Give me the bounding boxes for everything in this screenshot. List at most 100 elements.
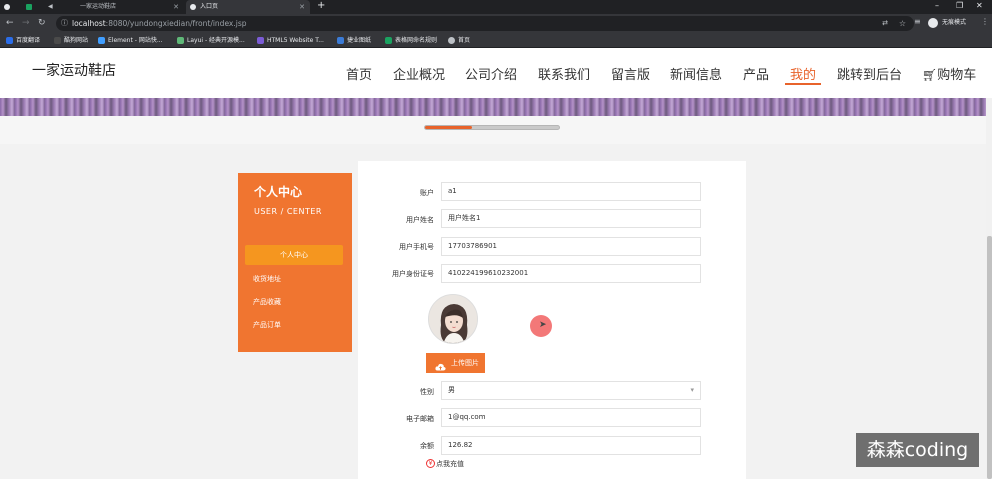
incognito-avatar-icon[interactable]	[928, 18, 938, 28]
browser-tab-pinned-3[interactable]: ◀	[44, 0, 66, 14]
bookmark-item[interactable]: 表格网命名规则	[385, 35, 437, 46]
bookmark-label: 首页	[458, 37, 471, 44]
bookmark-favicon-icon	[98, 37, 105, 44]
email-label: 电子邮箱	[406, 415, 434, 423]
scrollbar-thumb[interactable]	[987, 236, 992, 479]
forward-icon[interactable]: →	[22, 17, 30, 29]
nav-home[interactable]: 首页	[346, 64, 372, 83]
bookmark-favicon-icon	[177, 37, 184, 44]
close-tab-icon[interactable]: ✕	[299, 0, 305, 14]
sidebar-subtitle: USER / CENTER	[254, 207, 322, 216]
nav-company-overview[interactable]: 企业概况	[393, 64, 445, 83]
browser-tab-pinned-1[interactable]	[0, 0, 22, 14]
name-field[interactable]: 用户姓名1	[441, 209, 701, 228]
cloud-upload-icon	[435, 359, 446, 379]
site-header: 一家运动鞋店 首页 企业概况 公司介绍 联系我们 留言版 新闻信息 产品 我的 …	[0, 48, 992, 98]
sidebar-item-address[interactable]: 收货地址	[253, 274, 281, 284]
nav-contact[interactable]: 联系我们	[538, 64, 590, 83]
bookmark-label: Element - 网站快...	[108, 37, 163, 44]
close-window-icon[interactable]: ✕	[976, 0, 983, 12]
nav-cart[interactable]: 🛒︎购物车	[922, 64, 976, 83]
nav-news[interactable]: 新闻信息	[670, 64, 722, 83]
gender-label: 性别	[420, 388, 434, 396]
browser-tab-pinned-2[interactable]	[22, 0, 44, 14]
idcard-label: 用户身份证号	[392, 270, 434, 278]
bookmark-favicon-icon	[337, 37, 344, 44]
bookmark-label: HTML5 Website T...	[267, 37, 324, 44]
bookmark-item[interactable]: HTML5 Website T...	[257, 35, 324, 46]
nav-company-intro[interactable]: 公司介绍	[465, 64, 517, 83]
browser-tab-strip: ◀ 一家运动鞋店 ✕ 入口页 ✕ + – ❐ ✕	[0, 0, 992, 14]
phone-field[interactable]: 17703786901	[441, 237, 701, 256]
bookmark-label: 百度翻译	[16, 37, 41, 44]
sidebar-title: 个人中心	[254, 185, 303, 199]
site-title[interactable]: 一家运动鞋店	[32, 60, 116, 80]
tab-favicon-icon	[26, 4, 32, 10]
tab-favicon-icon	[4, 4, 10, 10]
avatar-portrait-icon	[429, 295, 477, 343]
close-tab-icon[interactable]: ✕	[173, 0, 179, 14]
balance-label: 余额	[420, 442, 434, 450]
menu-icon[interactable]: ⋮	[981, 17, 989, 26]
upload-button-label: 上传图片	[451, 359, 479, 367]
watermark-overlay: 森森coding	[856, 433, 979, 467]
translate-icon[interactable]: ⇄	[882, 16, 888, 31]
avatar	[428, 294, 478, 344]
gender-selected-value: 男	[448, 386, 455, 394]
banner-bottom-band	[0, 116, 992, 144]
upload-image-button[interactable]: 上传图片	[426, 353, 485, 373]
account-label: 账户	[420, 189, 434, 197]
account-field[interactable]: a1	[441, 182, 701, 201]
recharge-label: 点我充值	[436, 460, 464, 468]
star-icon[interactable]: ☆	[899, 16, 906, 31]
balance-field: 126.82	[441, 436, 701, 455]
cursor-arrow-icon: ➤	[539, 320, 547, 330]
bookmark-item[interactable]: 捷业图纸	[337, 35, 371, 46]
tab-title: 入口页	[200, 3, 219, 10]
profile-label[interactable]: 无痕模式	[942, 18, 966, 28]
phone-label: 用户手机号	[399, 243, 434, 251]
bookmark-label: 捷业图纸	[347, 37, 372, 44]
info-icon[interactable]: ⓘ	[61, 16, 68, 31]
browser-tab-entry[interactable]: 入口页 ✕	[186, 0, 310, 14]
bookmark-item[interactable]: Layui - 经典开源模...	[177, 35, 245, 46]
tab-title: 一家运动鞋店	[80, 3, 117, 10]
bookmark-item[interactable]: 首页	[448, 35, 470, 46]
carousel-indicator[interactable]	[424, 125, 560, 130]
url-path: :8080/yundongxiedian/front/index.jsp	[105, 19, 247, 28]
bookmarks-bar: 百度翻译 酷狗网站 Element - 网站快... Layui - 经典开源模…	[0, 33, 992, 48]
bookmark-item[interactable]: 酷狗网站	[54, 35, 88, 46]
minimize-icon[interactable]: –	[935, 0, 939, 12]
speaker-icon: ◀	[48, 3, 53, 10]
mouse-cursor-highlight: ➤	[530, 315, 552, 337]
active-nav-underline	[785, 83, 821, 85]
nav-products[interactable]: 产品	[743, 64, 769, 83]
nav-admin[interactable]: 跳转到后台	[837, 64, 902, 83]
sidebar-item-favorites[interactable]: 产品收藏	[253, 297, 281, 307]
browser-tab-shop[interactable]: 一家运动鞋店 ✕	[66, 0, 184, 14]
carousel-indicator-fill	[425, 126, 472, 129]
bookmark-item[interactable]: Element - 网站快...	[98, 35, 163, 46]
email-field[interactable]: 1@qq.com	[441, 408, 701, 427]
bookmark-favicon-icon	[6, 37, 13, 44]
nav-mine[interactable]: 我的	[790, 64, 816, 83]
reading-list-icon[interactable]: ≡	[914, 17, 921, 26]
sidebar-item-orders[interactable]: 产品订单	[253, 320, 281, 330]
url-host: localhost	[72, 19, 106, 28]
banner-image	[0, 98, 992, 116]
browser-toolbar: ← → ↻ ⓘ localhost:8080/yundongxiedian/fr…	[0, 14, 992, 33]
reload-icon[interactable]: ↻	[38, 17, 46, 29]
yen-icon: ¥	[426, 459, 435, 468]
sidebar-item-user-center[interactable]: 个人中心	[245, 245, 343, 265]
gender-select[interactable]: 男 ▾	[441, 381, 701, 400]
restore-icon[interactable]: ❐	[956, 0, 963, 12]
back-icon[interactable]: ←	[6, 17, 14, 29]
idcard-field[interactable]: 410224199610232001	[441, 264, 701, 283]
address-bar[interactable]: ⓘ localhost:8080/yundongxiedian/front/in…	[56, 16, 914, 31]
globe-icon	[190, 4, 196, 10]
nav-guestbook[interactable]: 留言版	[611, 64, 650, 83]
bookmark-item[interactable]: 百度翻译	[6, 35, 40, 46]
cart-icon: 🛒︎	[922, 68, 938, 82]
new-tab-button[interactable]: +	[317, 0, 325, 12]
recharge-link[interactable]: ¥ 点我充值	[426, 459, 464, 469]
